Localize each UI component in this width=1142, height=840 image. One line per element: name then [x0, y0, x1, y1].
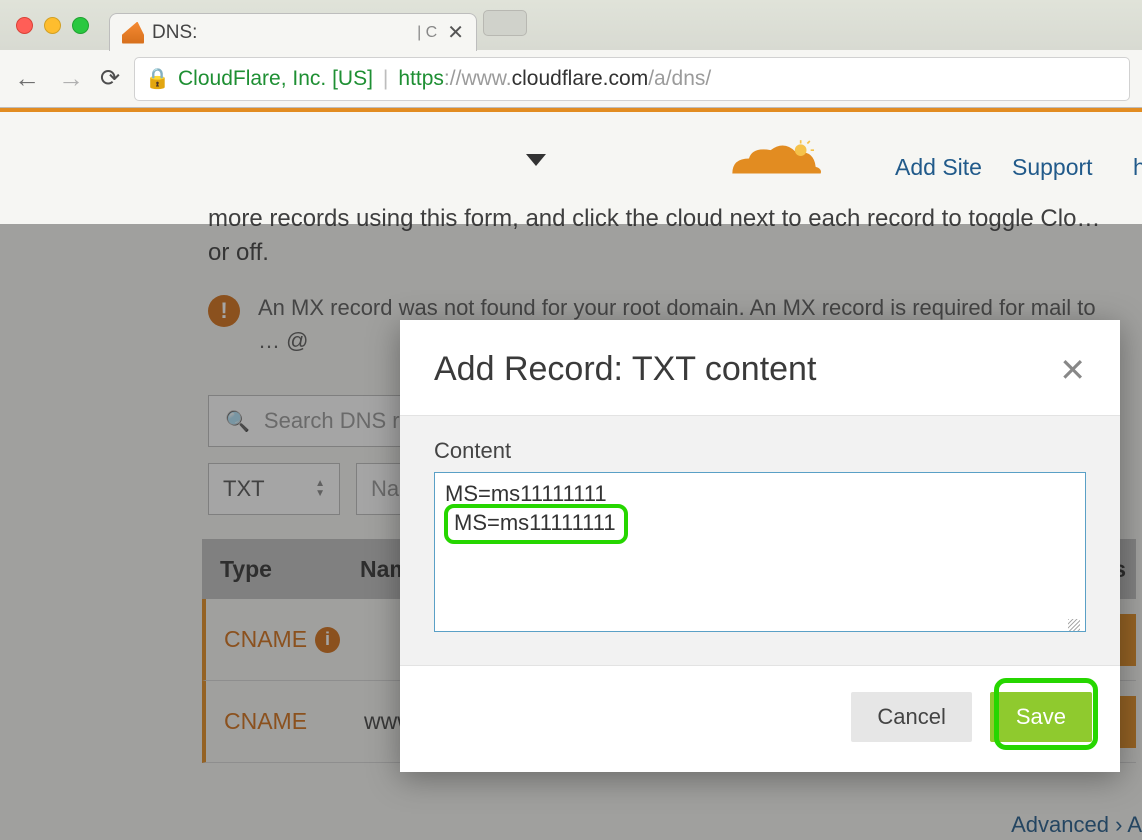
- cancel-button[interactable]: Cancel: [851, 692, 971, 742]
- url-path: /a/dns/: [648, 67, 711, 91]
- modal-title: Add Record: TXT content: [434, 350, 816, 389]
- add-record-modal: Add Record: TXT content ✕ Content Cancel…: [400, 320, 1120, 772]
- forward-icon: →: [56, 63, 86, 94]
- dropdown-caret-icon[interactable]: [526, 154, 546, 166]
- url-www: www.: [461, 67, 511, 91]
- save-button[interactable]: Save: [990, 692, 1092, 742]
- close-icon[interactable]: ✕: [1059, 351, 1086, 389]
- address-bar[interactable]: 🔒 CloudFlare, Inc. [US] | https :// www.…: [134, 57, 1130, 101]
- tab-title: DNS:: [152, 22, 417, 44]
- modal-header: Add Record: TXT content ✕: [400, 320, 1120, 415]
- nav-add-site[interactable]: Add Site: [895, 154, 982, 181]
- modal-footer: Cancel Save: [400, 666, 1120, 772]
- txt-content-textarea[interactable]: [434, 472, 1086, 632]
- resize-grip-icon[interactable]: [1068, 619, 1080, 631]
- cloudflare-favicon-icon: [122, 22, 144, 44]
- browser-toolbar: ← → ⟳ 🔒 CloudFlare, Inc. [US] | https :/…: [0, 50, 1142, 108]
- lock-icon: 🔒: [145, 66, 170, 91]
- url-host: cloudflare.com: [512, 67, 649, 91]
- close-window-icon[interactable]: [16, 17, 33, 34]
- nav-support[interactable]: Support: [1012, 154, 1093, 181]
- modal-body: Content: [400, 415, 1120, 666]
- url-prefix: ://: [444, 67, 462, 91]
- tab-right-controls: | C ✕: [417, 20, 464, 45]
- back-icon[interactable]: ←: [12, 63, 42, 94]
- site-topnav: Add Site Support h: [0, 112, 1142, 202]
- cloudflare-logo-icon: [724, 138, 824, 189]
- nav-account[interactable]: h: [1133, 154, 1142, 181]
- browser-tab-active[interactable]: DNS: | C ✕: [109, 13, 477, 51]
- tab-strip: DNS: | C ✕: [109, 0, 527, 50]
- window-titlebar: DNS: | C ✕: [0, 0, 1142, 50]
- reload-icon[interactable]: ⟳: [100, 64, 120, 93]
- tab-audio-hint: | C: [417, 24, 437, 42]
- separator: |: [383, 67, 388, 91]
- traffic-lights: [16, 17, 89, 34]
- url-protocol: https: [398, 67, 444, 91]
- minimize-window-icon[interactable]: [44, 17, 61, 34]
- new-tab-button[interactable]: [483, 10, 527, 36]
- content-label: Content: [434, 438, 1086, 464]
- tab-close-icon[interactable]: ✕: [447, 20, 464, 45]
- maximize-window-icon[interactable]: [72, 17, 89, 34]
- ev-org-name: CloudFlare, Inc. [US]: [178, 67, 373, 91]
